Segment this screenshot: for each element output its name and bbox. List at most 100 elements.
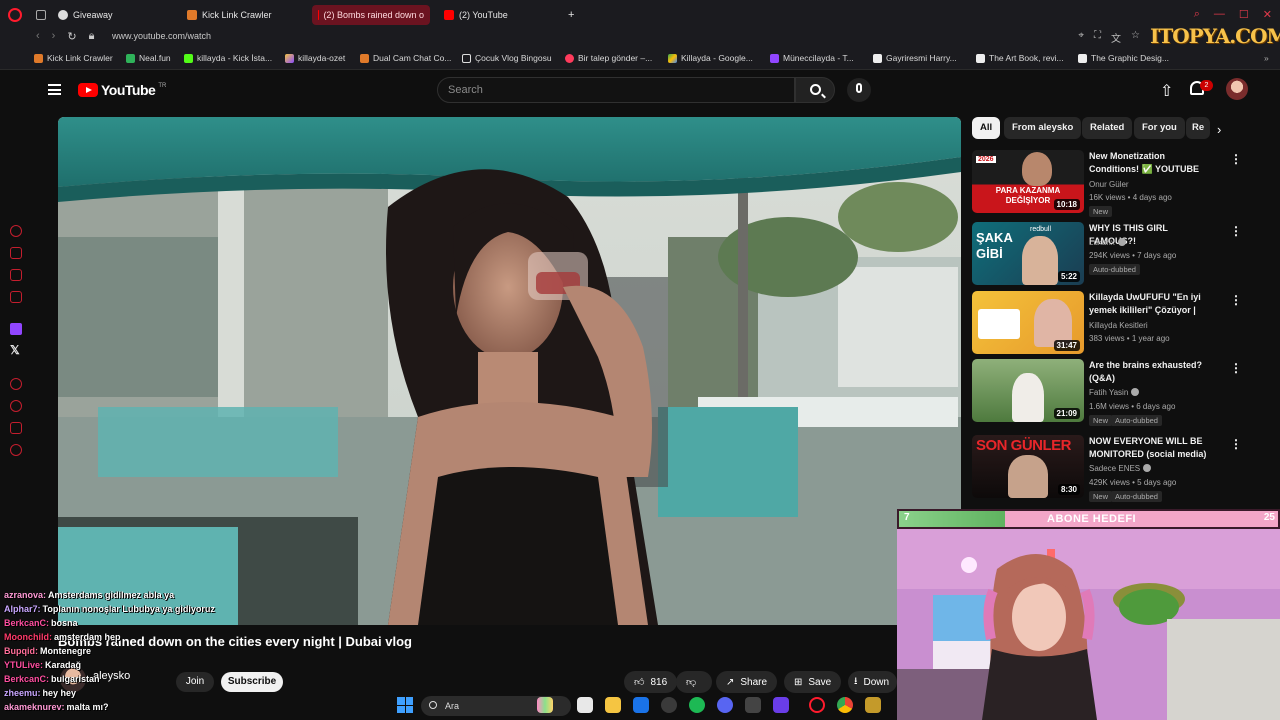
- tab-switcher-icon[interactable]: [36, 5, 46, 25]
- chip-related[interactable]: Related: [1082, 117, 1133, 139]
- app-grid-icon[interactable]: [773, 697, 789, 713]
- search-tabs-icon[interactable]: ⌕: [1194, 8, 1200, 21]
- join-button[interactable]: Join: [176, 672, 214, 692]
- minimize-icon[interactable]: —: [1214, 8, 1225, 21]
- extensions-icon[interactable]: [10, 422, 22, 434]
- more-options-icon[interactable]: ⋮: [1230, 361, 1242, 375]
- x-twitter-icon[interactable]: 𝕏: [10, 343, 20, 357]
- video-thumbnail[interactable]: SON GÜNLER 8:30: [972, 435, 1084, 498]
- bookmark-item[interactable]: Müneccilayda - T...: [770, 53, 854, 63]
- file-explorer-icon[interactable]: [605, 697, 621, 713]
- recommendation-item[interactable]: ŞAKA GİBİ redbull 5:22 WHY IS THIS GIRL …: [972, 222, 1242, 288]
- more-options-icon[interactable]: ⋮: [1230, 437, 1242, 451]
- aria-icon[interactable]: [10, 225, 22, 237]
- video-thumbnail[interactable]: 31:47: [972, 291, 1084, 354]
- more-options-icon[interactable]: ⋮: [1230, 293, 1242, 307]
- search-input[interactable]: [438, 78, 794, 102]
- player-icon[interactable]: [10, 378, 22, 390]
- back-icon[interactable]: ‹: [36, 30, 40, 43]
- bookmark-item[interactable]: The Graphic Desig...: [1078, 53, 1169, 63]
- obs-icon[interactable]: [661, 697, 677, 713]
- tab-youtube[interactable]: (2) YouTube: [444, 5, 508, 25]
- messenger-icon[interactable]: [10, 269, 22, 281]
- chip-partial[interactable]: Re: [1186, 117, 1210, 139]
- more-bookmarks-icon[interactable]: »: [1264, 53, 1269, 63]
- download-button[interactable]: ⭳ Down: [848, 671, 897, 693]
- chip-for-you[interactable]: For you: [1134, 117, 1185, 139]
- like-button[interactable]: 👍︎ 816: [624, 671, 678, 693]
- voice-search-button[interactable]: [847, 78, 871, 102]
- share-button[interactable]: ↗ Share: [716, 671, 778, 693]
- bookmark-item[interactable]: Gayriresmi Harry...: [873, 53, 957, 63]
- tab-label: (2) Bombs rained down o: [323, 10, 424, 20]
- video-stats: 429K views • 5 days ago: [1089, 478, 1177, 487]
- outlook-icon[interactable]: [633, 697, 649, 713]
- chip-from-channel[interactable]: From aleysko: [1004, 117, 1082, 139]
- chrome-icon[interactable]: [837, 697, 853, 713]
- document-icon: [462, 53, 471, 63]
- opera-logo-icon[interactable]: [8, 8, 22, 22]
- bookmark-item[interactable]: killayda-ozet: [285, 53, 345, 63]
- reload-icon[interactable]: ↻: [67, 30, 76, 43]
- new-badge: New: [1089, 491, 1113, 502]
- new-tab-button[interactable]: +: [568, 5, 574, 25]
- video-stats: 1.6M views • 6 days ago: [1089, 402, 1176, 411]
- upload-icon[interactable]: ⇧: [1160, 81, 1173, 101]
- recommendation-item[interactable]: 2026 PARA KAZANMA DEĞİŞİYOR 10:18 New Mo…: [972, 150, 1242, 217]
- settings-gear-icon[interactable]: [10, 444, 22, 456]
- app-icon[interactable]: [865, 697, 881, 713]
- widgets-icon[interactable]: [537, 697, 553, 713]
- recommendation-item[interactable]: 21:09 Are the brains exhausted? (Q&A) Fa…: [972, 359, 1242, 426]
- video-player[interactable]: [58, 117, 961, 625]
- subscribe-button[interactable]: Subscribe: [221, 672, 283, 692]
- bookmark-item[interactable]: Kick Link Crawler: [34, 53, 113, 63]
- tab-giveaway[interactable]: Giveaway: [58, 5, 113, 25]
- youtube-logo[interactable]: YouTube TR: [78, 82, 166, 98]
- bookmark-item[interactable]: The Art Book, revi...: [976, 53, 1064, 63]
- tab-kick-link-crawler[interactable]: Kick Link Crawler: [187, 5, 272, 25]
- bookmark-item[interactable]: Killayda - Google...: [668, 53, 753, 63]
- opera-taskbar-icon[interactable]: [809, 697, 825, 713]
- bookmark-item[interactable]: Bir talep gönder –...: [565, 53, 652, 63]
- bookmark-item[interactable]: Dual Cam Chat Co...: [360, 53, 451, 63]
- channel-name: Fatih Yasin: [1089, 388, 1140, 397]
- shopping-icon[interactable]: [10, 247, 22, 259]
- discord-icon[interactable]: [717, 697, 733, 713]
- video-thumbnail[interactable]: ŞAKA GİBİ redbull 5:22: [972, 222, 1084, 285]
- search-icon: [429, 701, 437, 709]
- recommendation-item[interactable]: SON GÜNLER 8:30 NOW EVERYONE WILL BE MON…: [972, 435, 1242, 502]
- pin-icon[interactable]: ⌖: [1078, 30, 1084, 45]
- tab-bombs-video[interactable]: (2) Bombs rained down o: [312, 5, 430, 25]
- chips-next-icon[interactable]: ›: [1217, 122, 1221, 137]
- recommendation-item[interactable]: 31:47 Killayda UwUFUFU "En iyi yemek iki…: [972, 291, 1242, 357]
- video-thumbnail[interactable]: 21:09: [972, 359, 1084, 422]
- history-icon[interactable]: [10, 400, 22, 412]
- close-icon[interactable]: ✕: [1263, 8, 1272, 21]
- translate-icon[interactable]: 文: [1111, 30, 1121, 45]
- search-button[interactable]: [795, 77, 835, 103]
- twitch-icon[interactable]: [10, 323, 22, 335]
- dislike-button[interactable]: 👎︎: [676, 671, 712, 693]
- share-arrow-icon: ↗: [726, 676, 735, 688]
- forward-icon[interactable]: ›: [52, 30, 56, 43]
- chip-all[interactable]: All: [972, 117, 1001, 139]
- maximize-icon[interactable]: ☐: [1239, 8, 1249, 21]
- bookmark-favicon-icon: [360, 53, 369, 63]
- task-view-icon[interactable]: [577, 697, 593, 713]
- bookmark-item[interactable]: Neal.fun: [126, 53, 171, 63]
- account-avatar[interactable]: [1226, 78, 1248, 100]
- app-icon[interactable]: [745, 697, 761, 713]
- save-button[interactable]: ⊞ Save: [784, 671, 842, 693]
- url-field[interactable]: www.youtube.com/watch: [112, 31, 211, 41]
- bookmark-star-icon[interactable]: ☆: [1131, 30, 1140, 45]
- menu-icon[interactable]: [48, 84, 61, 95]
- bookmark-item[interactable]: Çocuk Vlog Bingosu: [462, 53, 552, 63]
- spotify-icon[interactable]: [689, 697, 705, 713]
- windows-start-icon[interactable]: [397, 697, 413, 713]
- more-options-icon[interactable]: ⋮: [1230, 224, 1242, 238]
- music-player-icon[interactable]: [10, 291, 22, 303]
- bookmark-item[interactable]: killayda - Kick İsta...: [184, 53, 272, 63]
- video-thumbnail[interactable]: 2026 PARA KAZANMA DEĞİŞİYOR 10:18: [972, 150, 1084, 213]
- more-options-icon[interactable]: ⋮: [1230, 152, 1242, 166]
- snapshot-icon[interactable]: ⛶: [1094, 30, 1101, 45]
